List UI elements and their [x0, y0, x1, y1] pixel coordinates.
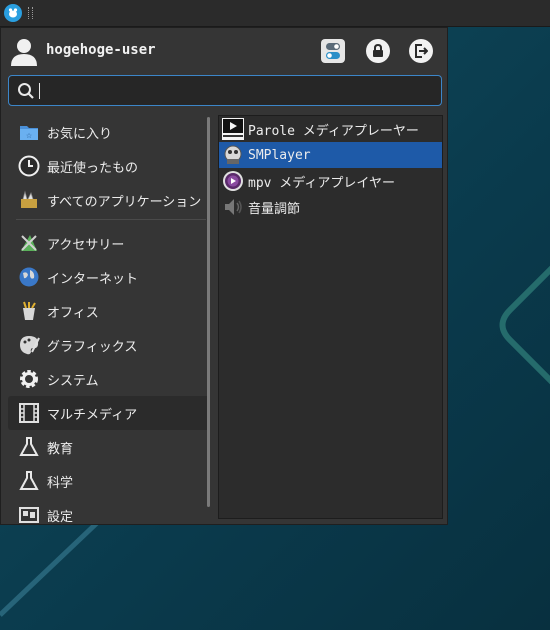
- category-recent[interactable]: 最近使ったもの: [8, 149, 208, 183]
- app-item-volume-control[interactable]: 音量調節: [219, 194, 442, 220]
- category-label: グラフィックス: [47, 339, 138, 355]
- favorites-folder-icon: ☆: [17, 120, 41, 144]
- office-icon: [17, 299, 41, 323]
- category-favorites[interactable]: ☆ お気に入り: [8, 115, 208, 149]
- text-cursor: [39, 83, 40, 99]
- category-label: 最近使ったもの: [47, 160, 139, 176]
- app-item-smplayer[interactable]: SMPlayer: [219, 142, 442, 168]
- divider: [16, 219, 206, 220]
- app-label: SMPlayer: [248, 147, 311, 163]
- category-label: マルチメディア: [47, 407, 138, 423]
- search-field[interactable]: [8, 75, 442, 106]
- category-settings[interactable]: 設定: [8, 498, 208, 525]
- category-label: 科学: [47, 475, 74, 491]
- app-label: mpv メディアプレイヤー: [248, 175, 396, 191]
- category-label: 教育: [47, 441, 74, 457]
- flask-icon: [17, 469, 41, 493]
- settings-button[interactable]: [321, 39, 345, 63]
- mpv-icon: [222, 170, 244, 192]
- category-label: アクセサリー: [47, 237, 125, 253]
- category-label: インターネット: [47, 271, 139, 287]
- category-label: システム: [47, 373, 99, 389]
- category-label: お気に入り: [47, 126, 113, 142]
- category-education[interactable]: 教育: [8, 430, 208, 464]
- clock-icon: [17, 154, 41, 178]
- logout-button[interactable]: [409, 39, 433, 63]
- category-office[interactable]: オフィス: [8, 294, 208, 328]
- category-all-apps[interactable]: すべてのアプリケーション: [8, 183, 208, 217]
- category-system[interactable]: システム: [8, 362, 208, 396]
- lock-icon: [373, 44, 383, 57]
- panel-drag-handle[interactable]: [28, 7, 33, 19]
- smplayer-icon: [222, 144, 244, 166]
- category-graphics[interactable]: グラフィックス: [8, 328, 208, 362]
- app-item-parole[interactable]: Parole メディアプレーヤー: [219, 116, 442, 142]
- whisker-menu: hogehoge-user ☆ お気に入り 最近使ったもの すべてのアプリケーシ…: [0, 27, 448, 525]
- app-label: Parole メディアプレーヤー: [248, 123, 419, 139]
- category-label: オフィス: [47, 305, 99, 321]
- category-label: すべてのアプリケーション: [47, 194, 202, 210]
- search-input[interactable]: [43, 81, 437, 103]
- user-header: hogehoge-user: [1, 28, 449, 74]
- category-label: 設定: [47, 509, 74, 525]
- lock-screen-button[interactable]: [366, 39, 390, 63]
- all-apps-icon: [17, 188, 41, 212]
- flask-icon: [17, 435, 41, 459]
- palette-icon: [17, 333, 41, 357]
- category-list: ☆ お気に入り 最近使ったもの すべてのアプリケーション アクセサリー インター…: [8, 115, 208, 525]
- xfce-mouse-icon[interactable]: [4, 4, 22, 22]
- category-internet[interactable]: インターネット: [8, 260, 208, 294]
- category-multimedia[interactable]: マルチメディア: [8, 396, 208, 430]
- category-science[interactable]: 科学: [8, 464, 208, 498]
- app-label: 音量調節: [248, 201, 301, 217]
- gear-icon: [17, 367, 41, 391]
- app-item-mpv[interactable]: mpv メディアプレイヤー: [219, 168, 442, 194]
- globe-icon: [17, 265, 41, 289]
- user-avatar-icon: [11, 39, 37, 66]
- category-scrollbar[interactable]: [207, 117, 210, 507]
- parole-play-icon: [222, 118, 244, 140]
- svg-text:☆: ☆: [26, 132, 32, 140]
- category-accessories[interactable]: アクセサリー: [8, 226, 208, 260]
- search-icon: [18, 83, 34, 99]
- film-icon: [17, 401, 41, 425]
- settings-toggle-icon: [326, 43, 340, 59]
- logout-icon: [415, 44, 428, 58]
- username: hogehoge-user: [46, 42, 156, 58]
- settings-panel-icon: [17, 503, 41, 525]
- top-panel: [0, 0, 550, 27]
- application-list: Parole メディアプレーヤー SMPlayer mpv メディアプレイヤー …: [218, 115, 443, 519]
- speaker-icon: [222, 196, 244, 218]
- accessories-icon: [17, 231, 41, 255]
